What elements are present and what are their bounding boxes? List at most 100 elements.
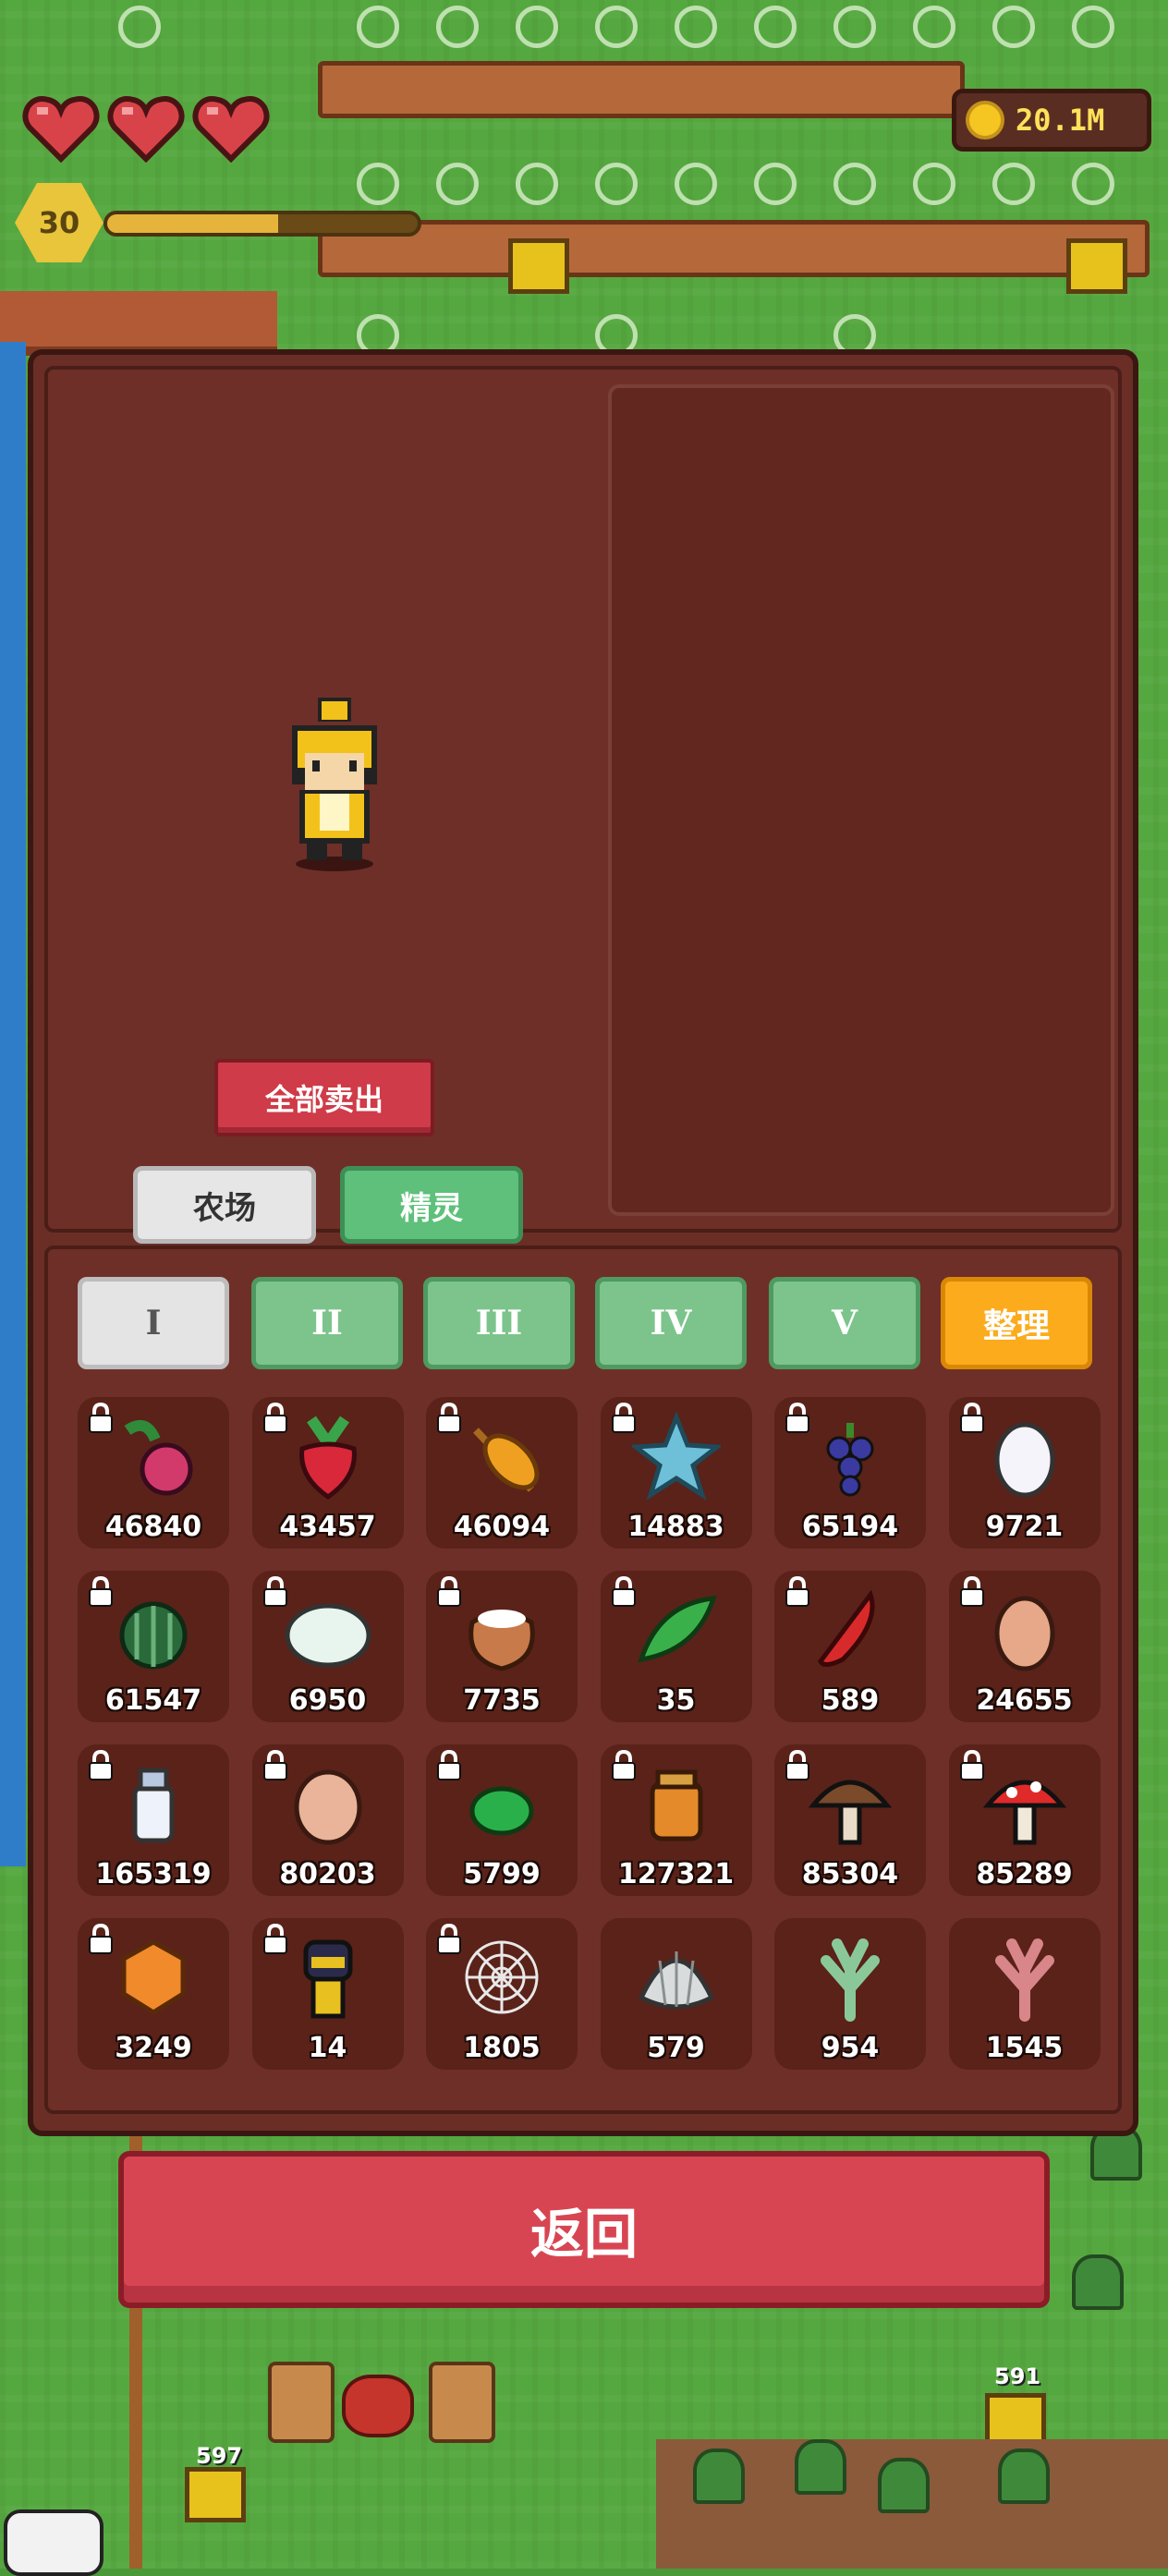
- empty-plot[interactable]: [595, 163, 638, 205]
- inventory-slot[interactable]: 589: [774, 1571, 926, 1722]
- goblin-icon[interactable]: [795, 2439, 846, 2495]
- wool-icon: [284, 1586, 372, 1674]
- sell-all-button[interactable]: 全部卖出: [214, 1059, 434, 1136]
- empty-plot[interactable]: [913, 6, 955, 48]
- coin-counter: 20.1M: [952, 89, 1151, 152]
- tab-farm[interactable]: 农场: [133, 1166, 316, 1244]
- coin-amount: 20.1M: [1016, 103, 1105, 138]
- honey-jar-icon: [632, 1759, 721, 1848]
- empty-plot[interactable]: [754, 163, 797, 205]
- empty-plot[interactable]: [675, 163, 717, 205]
- leaf-icon: [632, 1586, 721, 1674]
- item-count: 7735: [463, 1684, 541, 1717]
- empty-plot[interactable]: [357, 163, 399, 205]
- empty-plot[interactable]: [754, 6, 797, 48]
- wooden-fence: [318, 220, 1150, 277]
- item-count: 46840: [104, 1511, 202, 1543]
- inventory-slot[interactable]: 3249: [78, 1918, 229, 2070]
- beehive-icon[interactable]: [508, 238, 569, 294]
- mushroom-cluster-icon[interactable]: [342, 2375, 414, 2437]
- inventory-slot[interactable]: 46094: [426, 1397, 578, 1549]
- inventory-slot[interactable]: 6950: [251, 1571, 404, 1722]
- xp-progress-bar: [103, 211, 421, 237]
- barrel-icon[interactable]: [429, 2362, 495, 2443]
- heart-icon: [192, 92, 270, 163]
- inventory-slot[interactable]: 579: [600, 1918, 752, 2070]
- green-slime-icon: [457, 1759, 546, 1848]
- empty-plot[interactable]: [516, 6, 558, 48]
- radish-icon: [109, 1412, 198, 1501]
- item-count: 5799: [463, 1858, 541, 1890]
- milk-bottle-icon: [109, 1759, 198, 1848]
- heart-icon: [107, 92, 185, 163]
- barrel-icon[interactable]: [268, 2362, 335, 2443]
- goblin-icon[interactable]: [1072, 2254, 1124, 2310]
- green-coral-icon: [806, 1933, 894, 2022]
- item-count: 43457: [279, 1511, 376, 1543]
- item-count: 14: [308, 2032, 347, 2064]
- tab-tier-5[interactable]: V: [769, 1277, 920, 1369]
- inventory-slot[interactable]: 165319: [78, 1744, 229, 1896]
- river: [0, 342, 26, 1866]
- tab-tier-2[interactable]: II: [251, 1277, 403, 1369]
- inventory-slot[interactable]: 5799: [426, 1744, 578, 1896]
- character-sprite: [279, 698, 390, 873]
- empty-plot[interactable]: [516, 163, 558, 205]
- inventory-slot[interactable]: 46840: [78, 1397, 229, 1549]
- goblin-icon[interactable]: [998, 2448, 1050, 2504]
- grapes-icon: [806, 1412, 894, 1501]
- inventory-slot[interactable]: 85304: [774, 1744, 926, 1896]
- empty-plot[interactable]: [675, 6, 717, 48]
- hive-count-label: 591: [994, 2363, 1041, 2389]
- empty-plot[interactable]: [357, 6, 399, 48]
- item-count: 85289: [976, 1858, 1073, 1890]
- empty-plot[interactable]: [595, 6, 638, 48]
- inventory-slot[interactable]: 65194: [774, 1397, 926, 1549]
- inventory-slot[interactable]: 14883: [600, 1397, 752, 1549]
- item-count: 579: [647, 2032, 705, 2064]
- tab-spirit[interactable]: 精灵: [340, 1166, 523, 1244]
- inventory-slot[interactable]: 954: [774, 1918, 926, 2070]
- goblin-icon[interactable]: [693, 2448, 745, 2504]
- beehive-icon[interactable]: [1066, 238, 1127, 294]
- item-count: 1805: [463, 2032, 541, 2064]
- inventory-slot[interactable]: 35: [600, 1571, 752, 1722]
- tab-tier-4[interactable]: IV: [595, 1277, 747, 1369]
- inventory-slot[interactable]: 1545: [948, 1918, 1101, 2070]
- inventory-grid-section: I II III IV V 整理 46840 43457 46094 14883 651…: [44, 1245, 1122, 2114]
- empty-plot[interactable]: [436, 6, 479, 48]
- empty-plot[interactable]: [436, 163, 479, 205]
- tab-tier-3[interactable]: III: [423, 1277, 575, 1369]
- goblin-icon[interactable]: [878, 2458, 930, 2513]
- item-count: 6950: [288, 1684, 367, 1717]
- empty-plot[interactable]: [1072, 6, 1114, 48]
- inventory-slot[interactable]: 7735: [426, 1571, 578, 1722]
- red-mushroom-icon: [980, 1759, 1069, 1848]
- chili-pepper-icon: [806, 1586, 894, 1674]
- sort-button[interactable]: 整理: [941, 1277, 1092, 1369]
- flour-sack-icon: [457, 1586, 546, 1674]
- empty-plot[interactable]: [992, 163, 1035, 205]
- inventory-slot[interactable]: 85289: [948, 1744, 1101, 1896]
- empty-plot[interactable]: [913, 163, 955, 205]
- inventory-slot[interactable]: 80203: [251, 1744, 404, 1896]
- inventory-slot[interactable]: 127321: [600, 1744, 752, 1896]
- bee-knight-icon: [284, 1933, 372, 2022]
- back-button[interactable]: 返回: [118, 2151, 1050, 2308]
- cow-icon[interactable]: [4, 2509, 103, 2576]
- inventory-slot[interactable]: 61547: [78, 1571, 229, 1722]
- inventory-slot[interactable]: 1805: [426, 1918, 578, 2070]
- tab-tier-1[interactable]: I: [78, 1277, 229, 1369]
- item-count: 14883: [627, 1511, 724, 1543]
- inventory-slot[interactable]: 14: [251, 1918, 404, 2070]
- white-egg-icon: [980, 1412, 1069, 1501]
- beehive-icon[interactable]: [185, 2467, 246, 2522]
- empty-plot[interactable]: [833, 163, 876, 205]
- inventory-slot[interactable]: 43457: [251, 1397, 404, 1549]
- empty-plot[interactable]: [118, 6, 161, 48]
- inventory-slot[interactable]: 24655: [948, 1571, 1101, 1722]
- empty-plot[interactable]: [992, 6, 1035, 48]
- empty-plot[interactable]: [1072, 163, 1114, 205]
- empty-plot[interactable]: [833, 6, 876, 48]
- inventory-slot[interactable]: 9721: [948, 1397, 1101, 1549]
